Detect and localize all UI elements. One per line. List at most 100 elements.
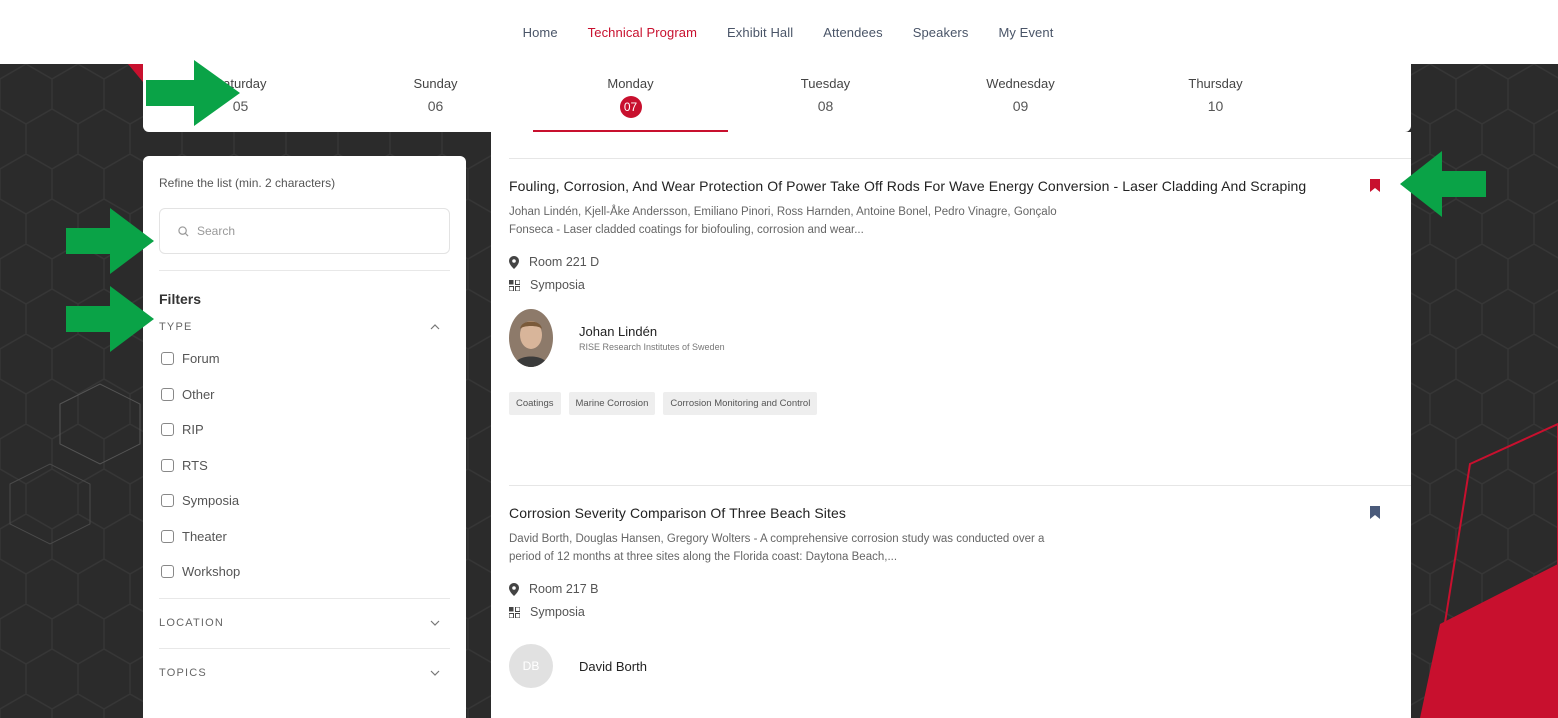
session-title[interactable]: Corrosion Severity Comparison Of Three B… (509, 503, 1339, 524)
type-options: Forum Other RIP RTS Symposia Theater Wor… (159, 341, 450, 590)
checkbox[interactable] (161, 458, 174, 472)
option-label: Other (182, 386, 215, 402)
checkbox[interactable] (161, 565, 174, 579)
topics-section-header[interactable]: TOPICS (159, 647, 450, 698)
option-label: RIP (182, 422, 204, 438)
day-number: 06 (427, 98, 444, 114)
type-option-rip[interactable]: RIP (159, 412, 450, 448)
avatar-initials: DB (509, 644, 553, 688)
divider (509, 485, 1411, 486)
type-section-label: TYPE (159, 321, 193, 333)
day-tab-monday[interactable]: Monday 07 (533, 64, 728, 132)
session-room: Room 221 D (509, 255, 1411, 269)
filters-title: Filters (159, 291, 202, 307)
grid-icon (509, 279, 520, 291)
location-section-label: LOCATION (159, 617, 225, 629)
session-room: Room 217 B (509, 582, 1411, 596)
type-option-symposia[interactable]: Symposia (159, 483, 450, 519)
chevron-up-icon[interactable] (430, 324, 440, 330)
checkbox[interactable] (161, 529, 174, 543)
search-input[interactable]: Search (159, 208, 450, 254)
location-pin-icon (509, 255, 519, 269)
session-title[interactable]: Fouling, Corrosion, And Wear Protection … (509, 176, 1339, 197)
checkbox[interactable] (161, 423, 174, 437)
nav-my-event[interactable]: My Event (983, 25, 1068, 40)
day-tab-thursday[interactable]: Thursday 10 (1118, 64, 1313, 132)
bookmark-icon[interactable] (1370, 179, 1380, 192)
annotation-arrow-right (66, 208, 154, 274)
chevron-down-icon[interactable] (430, 620, 440, 626)
day-number: 07 (619, 96, 642, 118)
topics-section-label: TOPICS (159, 667, 207, 679)
day-number: 09 (1012, 98, 1029, 114)
annotation-arrow-right (146, 60, 240, 126)
location-section-header[interactable]: LOCATION (159, 597, 450, 648)
session-type: Symposia (509, 278, 1411, 292)
nav-links: Home Technical Program Exhibit Hall Atte… (508, 25, 1069, 40)
session-list: Fouling, Corrosion, And Wear Protection … (491, 132, 1411, 718)
type-option-other[interactable]: Other (159, 377, 450, 413)
top-navigation: Home Technical Program Exhibit Hall Atte… (0, 0, 1558, 64)
annotation-arrow-right (66, 286, 154, 352)
type-option-workshop[interactable]: Workshop (159, 554, 450, 590)
nav-exhibit-hall[interactable]: Exhibit Hall (712, 25, 808, 40)
speaker-name[interactable]: Johan Lindén (579, 324, 725, 339)
annotation-arrow-left (1400, 151, 1486, 217)
day-tab-wednesday[interactable]: Wednesday 09 (923, 64, 1118, 132)
type-option-rts[interactable]: RTS (159, 448, 450, 484)
divider (159, 270, 450, 271)
day-name: Wednesday (986, 76, 1055, 91)
topic-tag[interactable]: Corrosion Monitoring and Control (663, 392, 818, 415)
speaker[interactable]: Johan Lindén RISE Research Institutes of… (509, 309, 1411, 367)
speaker-name[interactable]: David Borth (579, 659, 647, 674)
filter-sidebar: Refine the list (min. 2 characters) Sear… (143, 156, 466, 718)
option-label: RTS (182, 457, 208, 473)
nav-attendees[interactable]: Attendees (808, 25, 897, 40)
avatar (509, 309, 553, 367)
day-name: Sunday (413, 76, 458, 91)
option-label: Theater (182, 528, 227, 544)
session-card[interactable]: Corrosion Severity Comparison Of Three B… (509, 503, 1411, 688)
topic-tags: Coatings Marine Corrosion Corrosion Moni… (509, 392, 1411, 415)
type-option-forum[interactable]: Forum (159, 341, 450, 377)
search-icon (178, 225, 189, 237)
speaker[interactable]: DB David Borth (509, 644, 1411, 688)
session-description: David Borth, Douglas Hansen, Gregory Wol… (509, 533, 1045, 563)
day-selector: Saturday 05 Sunday 06 Monday 07 Tuesday … (143, 64, 1411, 132)
chevron-down-icon[interactable] (430, 670, 440, 676)
nav-home[interactable]: Home (508, 25, 573, 40)
day-name: Thursday (1188, 76, 1243, 91)
type-label: Symposia (530, 605, 585, 619)
day-name: Tuesday (800, 76, 851, 91)
option-label: Workshop (182, 564, 241, 580)
room-label: Room 217 B (529, 582, 599, 596)
location-pin-icon (509, 582, 519, 596)
day-number: 08 (817, 98, 834, 114)
day-name: Monday (607, 76, 654, 91)
refine-label: Refine the list (min. 2 characters) (159, 176, 336, 190)
option-label: Forum (182, 351, 220, 367)
checkbox[interactable] (161, 494, 174, 508)
topic-tag[interactable]: Marine Corrosion (568, 392, 656, 415)
day-number: 10 (1207, 98, 1224, 114)
nav-technical-program[interactable]: Technical Program (573, 25, 712, 40)
bookmark-icon[interactable] (1370, 506, 1380, 519)
session-description: Johan Lindén, Kjell-Åke Andersson, Emili… (509, 206, 1057, 236)
type-section-header[interactable]: TYPE (159, 321, 450, 333)
session-card[interactable]: Fouling, Corrosion, And Wear Protection … (509, 176, 1411, 415)
day-tab-tuesday[interactable]: Tuesday 08 (728, 64, 923, 132)
checkbox[interactable] (161, 387, 174, 401)
room-label: Room 221 D (529, 255, 600, 269)
checkbox[interactable] (161, 352, 174, 366)
type-label: Symposia (530, 278, 585, 292)
session-type: Symposia (509, 605, 1411, 619)
option-label: Symposia (182, 493, 240, 509)
type-option-theater[interactable]: Theater (159, 519, 450, 555)
divider (509, 158, 1411, 159)
speaker-organization: RISE Research Institutes of Sweden (579, 342, 725, 352)
grid-icon (509, 606, 520, 618)
nav-speakers[interactable]: Speakers (898, 25, 984, 40)
day-tab-sunday[interactable]: Sunday 06 (338, 64, 533, 132)
search-placeholder: Search (197, 224, 236, 238)
topic-tag[interactable]: Coatings (509, 392, 561, 415)
